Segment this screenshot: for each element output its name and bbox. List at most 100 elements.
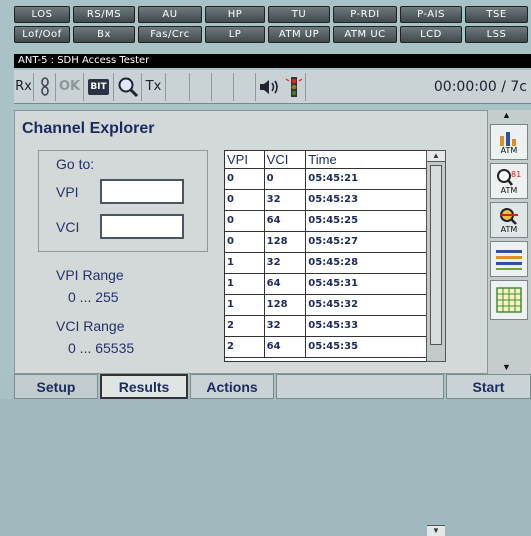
- alarm-panel: LOS RS/MS AU HP TU P-RDI P-AIS TSE Lof/O…: [14, 6, 531, 58]
- bit-indicator: BIT: [84, 72, 114, 101]
- bottom-tab-bar: Setup Results Actions Start: [0, 374, 531, 399]
- atm-channel-button[interactable]: ATM: [490, 202, 528, 238]
- tab-setup[interactable]: Setup: [14, 374, 98, 399]
- scroll-thumb[interactable]: [430, 165, 442, 345]
- atm-badge: 81: [511, 170, 521, 179]
- grid-icon: [496, 287, 522, 313]
- cell-vci: 64: [264, 337, 307, 358]
- atm-caption: ATM: [500, 185, 518, 195]
- table-row[interactable]: 0 32 05:45:23: [225, 190, 445, 211]
- start-button[interactable]: Start: [446, 374, 531, 399]
- table-header: VPI VCI Time: [225, 151, 445, 169]
- rx-label: Rx: [14, 72, 34, 101]
- tab-results[interactable]: Results: [100, 374, 188, 399]
- cell-vpi: 1: [225, 295, 265, 316]
- cell-time: 05:45:32: [306, 295, 445, 316]
- speaker-icon[interactable]: [256, 73, 282, 101]
- table-body: 0 0 05:45:21 0 32 05:45:23 0 64 05:45:25 0 128 05:4…: [225, 169, 445, 358]
- page-title: Channel Explorer: [22, 120, 155, 137]
- scroll-down-arrow[interactable]: ▼: [427, 525, 445, 536]
- alarm-atm-up[interactable]: ATM UP: [268, 26, 330, 43]
- cell-vci: 128: [264, 295, 307, 316]
- cell-time: 05:45:27: [306, 232, 445, 253]
- signal-icon: [34, 72, 56, 101]
- alarm-atm-uc[interactable]: ATM UC: [333, 26, 397, 43]
- alarm-rs-ms[interactable]: RS/MS: [73, 6, 135, 23]
- bit-badge: BIT: [88, 78, 109, 95]
- cell-vpi: 0: [225, 211, 265, 232]
- cell-vpi: 1: [225, 253, 265, 274]
- lines-button[interactable]: [490, 241, 528, 277]
- cell-vci: 64: [264, 211, 307, 232]
- magnifier-atm-icon: 81: [497, 168, 521, 186]
- alarm-lof-oof[interactable]: Lof/Oof: [14, 26, 70, 43]
- side-down-arrow[interactable]: ▼: [502, 362, 511, 372]
- bar-chart-button[interactable]: ATM: [490, 124, 528, 160]
- vci-range-value: 0 ... 65535: [68, 340, 135, 356]
- side-up-arrow[interactable]: ▲: [502, 110, 511, 120]
- column-header-vci[interactable]: VCI: [265, 151, 307, 168]
- table-row[interactable]: 2 32 05:45:33: [225, 316, 445, 337]
- alarm-lcd[interactable]: LCD: [400, 26, 462, 43]
- status-slot-1: [166, 72, 190, 101]
- table-row[interactable]: 2 64 05:45:35: [225, 337, 445, 358]
- cell-time: 05:45:31: [306, 274, 445, 295]
- cell-vci: 32: [264, 253, 307, 274]
- alarm-p-ais[interactable]: P-AIS: [400, 6, 462, 23]
- column-header-vpi[interactable]: VPI: [225, 151, 265, 168]
- cell-vpi: 0: [225, 169, 265, 190]
- atm-caption: ATM: [500, 224, 518, 234]
- lines-icon: [496, 250, 522, 270]
- cell-time: 05:45:35: [306, 337, 445, 358]
- status-slot-3: [212, 72, 234, 101]
- atm-channel-icon: [500, 207, 518, 225]
- vpi-range-label: VPI Range: [56, 267, 124, 283]
- tab-empty: [276, 374, 444, 399]
- vci-input[interactable]: [100, 214, 184, 239]
- atm-caption: ATM: [500, 145, 518, 155]
- alarm-tu[interactable]: TU: [268, 6, 330, 23]
- tx-label: Tx: [142, 72, 166, 101]
- alarm-hp[interactable]: HP: [205, 6, 265, 23]
- alarm-tse[interactable]: TSE: [465, 6, 528, 23]
- table-row[interactable]: 0 0 05:45:21: [225, 169, 445, 190]
- column-header-time[interactable]: Time: [306, 151, 445, 168]
- ok-indicator: OK: [56, 72, 84, 101]
- cell-vci: 32: [264, 190, 307, 211]
- alarm-bx[interactable]: Bx: [73, 26, 135, 43]
- cell-vpi: 2: [225, 337, 265, 358]
- table-row[interactable]: 0 128 05:45:27: [225, 232, 445, 253]
- cell-time: 05:45:28: [306, 253, 445, 274]
- table-row[interactable]: 1 128 05:45:32: [225, 295, 445, 316]
- alarm-lss[interactable]: LSS: [465, 26, 528, 43]
- alarm-fas-crc[interactable]: Fas/Crc: [138, 26, 202, 43]
- atm-magnifier-button[interactable]: 81 ATM: [490, 163, 528, 199]
- table-row[interactable]: 1 64 05:45:31: [225, 274, 445, 295]
- alarm-au[interactable]: AU: [138, 6, 202, 23]
- alarm-lp[interactable]: LP: [205, 26, 265, 43]
- table-row[interactable]: 1 32 05:45:28: [225, 253, 445, 274]
- cell-vci: 128: [264, 232, 307, 253]
- traffic-light-icon: [282, 72, 306, 101]
- table-row[interactable]: 0 64 05:45:25: [225, 211, 445, 232]
- side-toolbar: ▲ ATM 81 ATM ATM ▼: [488, 110, 531, 374]
- scroll-up-arrow[interactable]: ▲: [427, 151, 445, 162]
- status-slot-2: [190, 72, 212, 101]
- cell-vpi: 0: [225, 232, 265, 253]
- cell-time: 05:45:23: [306, 190, 445, 211]
- alarm-los[interactable]: LOS: [14, 6, 70, 23]
- elapsed-time: 00:00:00 / 7c: [433, 78, 527, 95]
- vpi-input[interactable]: [100, 179, 184, 204]
- goto-label: Go to:: [56, 156, 95, 172]
- tab-actions[interactable]: Actions: [190, 374, 274, 399]
- status-bar: Rx OK BIT Tx 00:00:00 / 7c: [14, 70, 531, 104]
- alarm-row-2: Lof/Oof Bx Fas/Crc LP ATM UP ATM UC LCD …: [14, 26, 531, 44]
- table-scrollbar[interactable]: ▲ ▼: [426, 150, 446, 536]
- cell-time: 05:45:21: [306, 169, 445, 190]
- cell-vpi: 2: [225, 316, 265, 337]
- grid-button[interactable]: [490, 280, 528, 320]
- window-title: ANT-5 : SDH Access Tester: [14, 54, 531, 68]
- magnifier-icon[interactable]: [114, 72, 142, 101]
- alarm-p-rdi[interactable]: P-RDI: [333, 6, 397, 23]
- cell-vpi: 0: [225, 190, 265, 211]
